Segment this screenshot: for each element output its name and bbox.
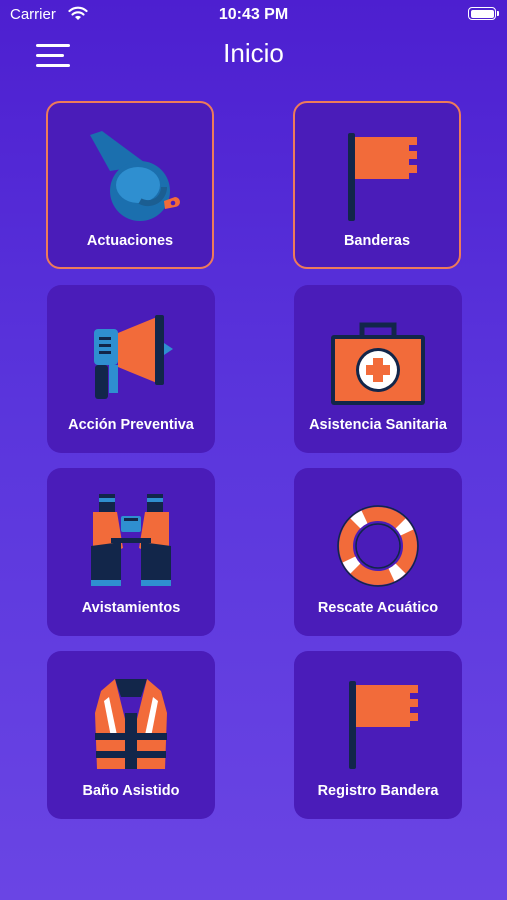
tile-actuaciones[interactable]: Actuaciones	[46, 101, 214, 269]
life-vest-icon	[81, 673, 181, 773]
tile-label: Baño Asistido	[82, 783, 180, 799]
tile-label: Banderas	[343, 233, 411, 249]
tile-label: Actuaciones	[86, 233, 174, 249]
tile-asistencia-sanitaria[interactable]: Asistencia Sanitaria	[294, 285, 462, 453]
flag-icon	[327, 123, 427, 223]
binoculars-icon	[81, 490, 181, 590]
tile-registro-bandera[interactable]: Registro Bandera	[294, 651, 462, 819]
page-title: Inicio	[223, 38, 284, 68]
first-aid-kit-icon	[328, 307, 428, 407]
tile-avistamientos[interactable]: Avistamientos	[47, 468, 215, 636]
battery-icon	[468, 7, 499, 20]
tile-label: Registro Bandera	[317, 783, 439, 799]
tile-bano-asistido[interactable]: Baño Asistido	[47, 651, 215, 819]
megaphone-icon	[81, 307, 181, 407]
clock: 10:43 PM	[218, 6, 289, 23]
lifebuoy-icon	[328, 490, 428, 590]
flag-icon	[328, 673, 428, 773]
status-bar: Carrier 10:43 PM	[0, 0, 507, 30]
tile-label: Acción Preventiva	[68, 417, 194, 433]
whistle-icon	[80, 123, 180, 223]
nav-bar: Inicio	[0, 30, 507, 80]
tile-banderas[interactable]: Banderas	[293, 101, 461, 269]
tile-label: Avistamientos	[81, 600, 181, 616]
tile-rescate-acuatico[interactable]: Rescate Acuático	[294, 468, 462, 636]
tile-label: Asistencia Sanitaria	[309, 417, 447, 433]
tile-label: Rescate Acuático	[317, 600, 439, 616]
tile-accion-preventiva[interactable]: Acción Preventiva	[47, 285, 215, 453]
